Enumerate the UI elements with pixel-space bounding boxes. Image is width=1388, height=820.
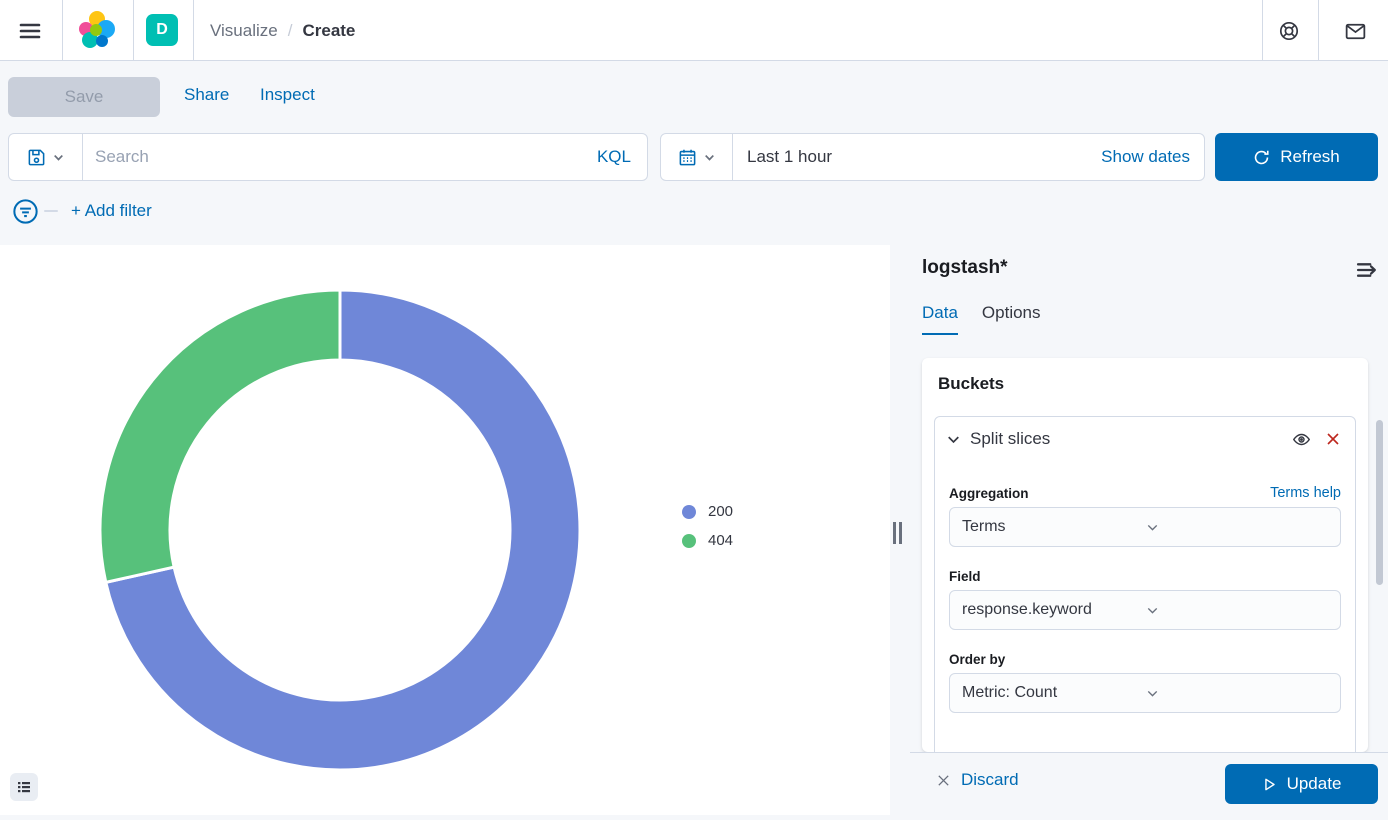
chevron-down-icon [1145, 603, 1328, 618]
chevron-down-icon[interactable] [945, 431, 970, 448]
breadcrumb-create: Create [302, 21, 355, 41]
split-slices-header[interactable]: Split slices [935, 417, 1355, 459]
help-icon[interactable] [1271, 13, 1307, 49]
legend-item-404[interactable]: 404 [682, 532, 733, 549]
divider [193, 0, 194, 60]
breadcrumb: Visualize / Create [210, 0, 355, 61]
chevron-down-icon [1145, 520, 1328, 535]
refresh-label: Refresh [1280, 147, 1340, 167]
chart-legend: 200 404 [682, 503, 733, 549]
tab-data[interactable]: Data [922, 303, 958, 335]
field-value: response.keyword [962, 601, 1145, 619]
legend-label-200: 200 [708, 503, 733, 520]
index-pattern-title: logstash* [922, 257, 1008, 279]
elastic-logo-icon[interactable] [74, 7, 120, 53]
search-input[interactable] [83, 134, 581, 180]
buckets-card: Buckets Split slices [922, 358, 1368, 752]
chevron-down-icon [703, 151, 716, 164]
time-picker-bar: Last 1 hour Show dates [660, 133, 1205, 181]
filter-icon[interactable] [12, 198, 39, 225]
search-bar: KQL [8, 133, 648, 181]
divider [1318, 0, 1319, 60]
play-icon [1262, 777, 1277, 792]
aggregation-value: Terms [962, 518, 1145, 536]
legend-dot-404 [682, 534, 696, 548]
refresh-icon [1253, 149, 1270, 166]
list-icon [16, 779, 32, 795]
update-button[interactable]: Update [1225, 764, 1378, 804]
legend-label-404: 404 [708, 532, 733, 549]
divider [133, 0, 134, 60]
aggregation-select[interactable]: Terms [949, 507, 1341, 547]
split-slices-panel: Split slices Aggregation Terms help [934, 416, 1356, 752]
top-navigation-bar: D Visualize / Create [0, 0, 1388, 61]
filter-separator-dash [44, 210, 58, 212]
time-range-value[interactable]: Last 1 hour [733, 134, 1087, 180]
panel-footer: Discard Update [910, 752, 1388, 815]
visualization-editor-panel: logstash* Data Options Buckets Split sli… [910, 245, 1388, 815]
bucket-form: Aggregation Terms help Terms Field respo… [935, 459, 1355, 713]
save-button[interactable]: Save [8, 77, 160, 117]
collapse-panel-icon[interactable] [1354, 257, 1380, 283]
panel-scrollbar[interactable] [1376, 420, 1383, 585]
order-by-select[interactable]: Metric: Count [949, 673, 1341, 713]
split-slices-label: Split slices [970, 429, 1292, 449]
update-label: Update [1287, 774, 1342, 794]
close-icon [936, 773, 951, 788]
divider [1262, 0, 1263, 60]
menu-hamburger-icon[interactable] [12, 13, 48, 49]
visualization-canvas: 200 404 [0, 245, 890, 815]
inspect-button[interactable]: Inspect [260, 85, 315, 105]
mail-icon[interactable] [1337, 13, 1373, 49]
calendar-icon [678, 148, 697, 167]
terms-help-link[interactable]: Terms help [1270, 485, 1341, 501]
panel-tabs: Data Options [922, 303, 1041, 335]
breadcrumb-separator: / [288, 21, 293, 41]
show-dates-button[interactable]: Show dates [1087, 134, 1204, 180]
chevron-down-icon [52, 151, 65, 164]
field-label: Field [949, 569, 981, 584]
donut-slice-404[interactable] [100, 290, 340, 582]
order-by-value: Metric: Count [962, 684, 1145, 702]
remove-bucket-x-icon[interactable] [1325, 431, 1341, 447]
legend-dot-200 [682, 505, 696, 519]
calendar-menu-button[interactable] [661, 134, 733, 180]
kql-syntax-button[interactable]: KQL [581, 134, 647, 180]
buckets-heading: Buckets [938, 374, 1004, 394]
saved-query-menu-button[interactable] [9, 134, 83, 180]
share-button[interactable]: Share [184, 85, 229, 105]
main-content: 200 404 logstash* Data Options [0, 245, 1388, 815]
discard-label: Discard [961, 770, 1019, 790]
divider [62, 0, 63, 60]
chevron-down-icon [1145, 686, 1328, 701]
panel-resize-handle[interactable] [891, 521, 904, 545]
space-avatar[interactable]: D [146, 14, 178, 46]
tab-options[interactable]: Options [982, 303, 1041, 335]
toggle-visibility-eye-icon[interactable] [1292, 430, 1311, 449]
legend-toggle-button[interactable] [10, 773, 38, 801]
aggregation-label: Aggregation [949, 486, 1029, 501]
donut-chart[interactable] [0, 245, 890, 815]
discard-button[interactable]: Discard [936, 770, 1019, 790]
order-by-label: Order by [949, 652, 1005, 667]
add-filter-button[interactable]: + Add filter [71, 201, 152, 221]
refresh-button[interactable]: Refresh [1215, 133, 1378, 181]
field-select[interactable]: response.keyword [949, 590, 1341, 630]
save-icon [27, 148, 46, 167]
breadcrumb-visualize[interactable]: Visualize [210, 21, 278, 41]
legend-item-200[interactable]: 200 [682, 503, 733, 520]
